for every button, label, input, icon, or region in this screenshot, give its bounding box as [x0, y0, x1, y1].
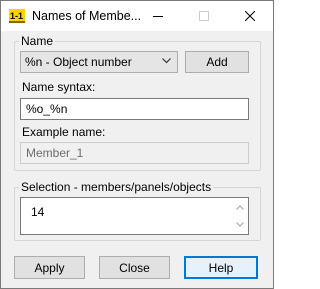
name-syntax-label: Name syntax:: [22, 80, 96, 94]
help-button[interactable]: Help: [184, 256, 258, 279]
minimize-icon: [153, 16, 163, 17]
name-syntax-value: %o_%n: [26, 102, 68, 116]
add-button[interactable]: Add: [185, 51, 249, 73]
selection-list-field[interactable]: 14: [20, 197, 249, 235]
window-title: Names of Membe...: [32, 9, 142, 23]
close-window-button[interactable]: [227, 1, 273, 31]
name-token-select-value: %n - Object number: [25, 55, 132, 69]
name-syntax-field[interactable]: %o_%n: [20, 98, 249, 120]
close-button[interactable]: Close: [99, 256, 170, 279]
maximize-button[interactable]: [181, 1, 227, 31]
selection-group-label: Selection - members/panels/objects: [19, 180, 214, 194]
example-name-label: Example name:: [22, 125, 106, 139]
chevron-down-icon: [162, 58, 171, 64]
name-token-select[interactable]: %n - Object number: [20, 51, 178, 73]
maximize-icon: [199, 11, 209, 21]
svg-text:1-1: 1-1: [10, 11, 23, 21]
app-icon: 1-1: [9, 9, 25, 23]
close-icon: [245, 11, 255, 21]
example-name-field: Member_1: [20, 142, 249, 164]
title-bar[interactable]: 1-1 Names of Membe...: [1, 1, 273, 31]
example-name-value: Member_1: [26, 146, 84, 160]
dialog-window: 1-1 Names of Membe... Name %n - Object n…: [0, 0, 274, 289]
apply-button[interactable]: Apply: [14, 256, 85, 279]
selection-value: 14: [31, 205, 45, 219]
scroll-up-icon[interactable]: [236, 205, 244, 210]
name-group-label: Name: [19, 34, 56, 48]
scroll-down-icon[interactable]: [236, 222, 244, 227]
minimize-button[interactable]: [135, 1, 181, 31]
